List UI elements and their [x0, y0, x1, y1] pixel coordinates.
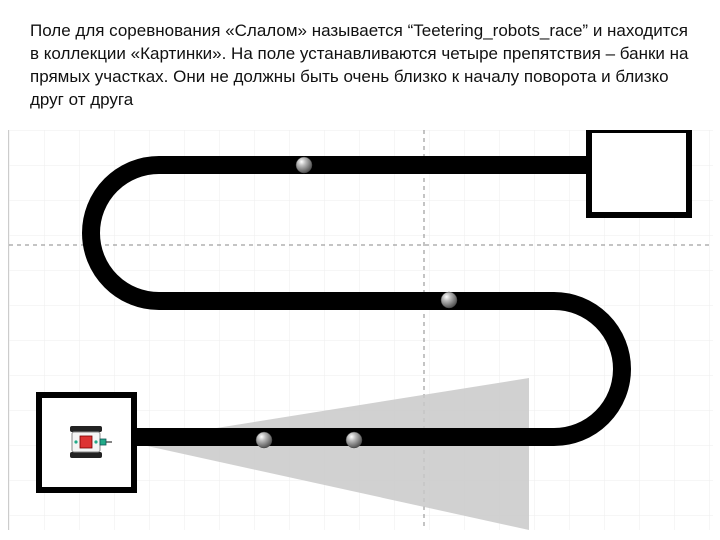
- obstacle-3: [256, 432, 272, 448]
- instruction-text: Поле для соревнования «Слалом» называетс…: [30, 20, 690, 112]
- obstacle-4: [346, 432, 362, 448]
- obstacle-2: [441, 292, 457, 308]
- field-svg: [9, 130, 713, 530]
- slalom-field: [8, 130, 713, 530]
- finish-box: [589, 130, 689, 215]
- obstacle-1: [296, 157, 312, 173]
